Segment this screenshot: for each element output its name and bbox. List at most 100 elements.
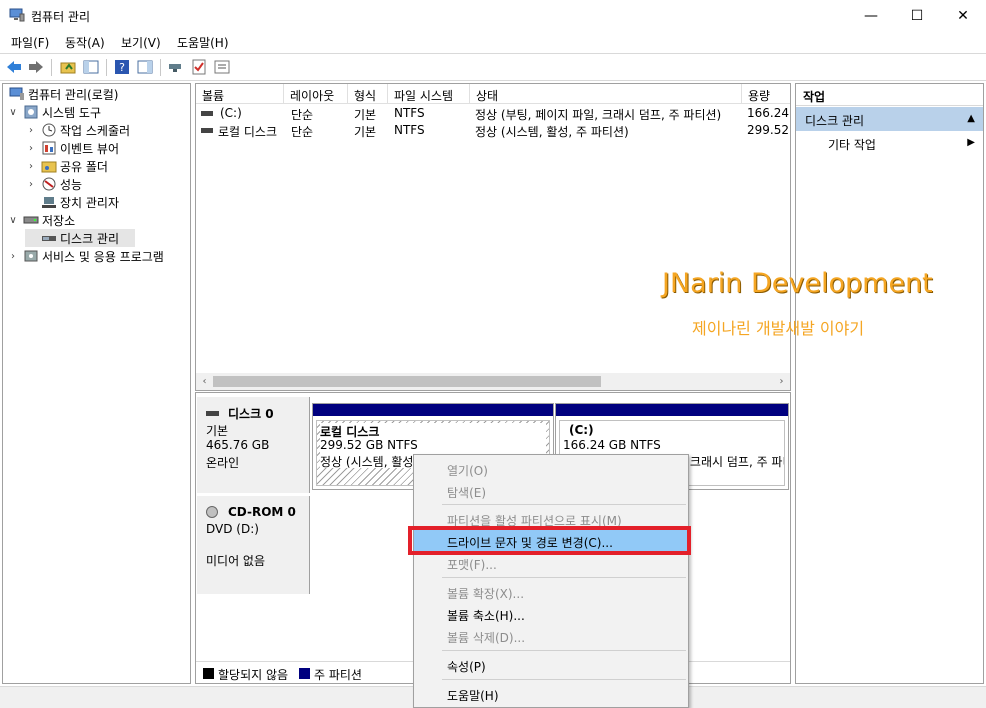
partition-size: 166.24 GB NTFS — [563, 438, 781, 453]
scroll-right-icon[interactable]: › — [773, 373, 790, 390]
tree-item-label: 시스템 도구 — [42, 105, 102, 120]
window-title: 컴퓨터 관리 — [31, 10, 91, 24]
partition-name: (C:) — [563, 423, 781, 438]
storage-icon — [23, 216, 39, 224]
legend-label-unallocated: 할당되지 않음 — [218, 668, 289, 682]
ctx-properties[interactable]: 속성(P) — [414, 654, 688, 676]
scrollbar-thumb[interactable] — [213, 376, 601, 387]
scroll-left-icon[interactable]: ‹ — [196, 373, 213, 390]
table-row[interactable]: 로컬 디스크 단순 기본 NTFS 정상 (시스템, 활성, 주 파티션) 29… — [196, 122, 790, 139]
column-header-filesystem[interactable]: 파일 시스템 — [388, 84, 470, 104]
cd-drive-icon — [206, 506, 218, 518]
performance-icon — [42, 177, 56, 191]
partition-size: 299.52 GB NTFS — [320, 438, 546, 453]
partition-name: 로컬 디스크 — [320, 423, 546, 439]
column-header-layout[interactable]: 레이아웃 — [284, 84, 348, 104]
chevron-right-icon[interactable]: › — [25, 143, 37, 154]
show-hide-action-pane-icon[interactable] — [137, 59, 153, 75]
up-folder-icon[interactable] — [60, 59, 76, 75]
show-hide-tree-icon[interactable] — [83, 59, 99, 75]
ctx-delete-volume[interactable]: 볼륨 삭제(D)... — [414, 625, 688, 647]
volume-name: 로컬 디스크 — [218, 125, 278, 139]
actions-pane: 작업 디스크 관리 ▲ 기타 작업 ▶ — [795, 83, 984, 684]
column-header-volume[interactable]: 볼륨 — [196, 84, 284, 104]
tree-item-event-viewer[interactable]: › 이벤트 뷰어 — [25, 139, 119, 157]
ctx-explore[interactable]: 탐색(E) — [414, 480, 688, 502]
computer-management-icon — [9, 87, 24, 100]
connect-icon[interactable] — [167, 59, 183, 75]
tree-item-services-apps[interactable]: › 서비스 및 응용 프로그램 — [7, 247, 164, 265]
highlight-box — [408, 526, 691, 555]
column-header-type[interactable]: 형식 — [348, 84, 388, 104]
volume-status: 정상 (시스템, 활성, 주 파티션) — [475, 125, 629, 139]
navigation-tree: 컴퓨터 관리(로컬) ∨ 시스템 도구 › 작업 스케줄러 › 이벤트 뷰어 ›… — [2, 83, 191, 684]
properties-icon[interactable] — [214, 59, 230, 75]
disk-state: 온라인 — [206, 456, 240, 470]
chevron-down-icon[interactable]: ∨ — [7, 107, 19, 118]
chevron-right-icon[interactable]: › — [25, 179, 37, 190]
event-viewer-icon — [42, 141, 56, 155]
system-tools-icon — [24, 105, 38, 119]
chevron-right-icon[interactable]: › — [7, 251, 19, 262]
legend-label-primary: 주 파티션 — [314, 668, 362, 682]
help-icon[interactable]: ? — [114, 59, 130, 75]
checklist-icon[interactable] — [191, 59, 207, 75]
table-row[interactable]: (C:) 단순 기본 NTFS 정상 (부팅, 페이지 파일, 크래시 덤프, … — [196, 105, 790, 122]
disk-management-icon — [42, 236, 56, 241]
tree-item-disk-management[interactable]: 디스크 관리 — [25, 229, 135, 247]
drive-icon — [201, 111, 213, 116]
svg-text:?: ? — [119, 61, 125, 74]
menu-separator — [442, 577, 686, 578]
disk-name: 디스크 0 — [228, 407, 274, 421]
column-header-status[interactable]: 상태 — [470, 84, 742, 104]
menu-separator — [442, 650, 686, 651]
device-manager-icon — [42, 197, 56, 208]
disk-size: 465.76 GB — [206, 438, 270, 452]
tree-item-performance[interactable]: › 성능 — [25, 175, 82, 193]
tree-item-label: 저장소 — [42, 213, 76, 228]
chevron-right-icon[interactable]: › — [25, 125, 37, 136]
tree-item-label: 공유 폴더 — [60, 159, 108, 174]
tree-item-label: 컴퓨터 관리(로컬) — [28, 87, 119, 102]
tree-item-label: 성능 — [60, 177, 83, 192]
tree-item-system-tools[interactable]: ∨ 시스템 도구 — [7, 103, 101, 121]
ctx-help[interactable]: 도움말(H) — [414, 683, 688, 705]
computer-management-icon — [9, 8, 25, 22]
ctx-format[interactable]: 포맷(F)... — [414, 552, 688, 574]
minimize-button[interactable]: — — [848, 0, 894, 31]
menu-separator — [442, 504, 686, 505]
disk-0-label[interactable]: 디스크 0 기본 465.76 GB 온라인 — [197, 397, 310, 493]
menu-help[interactable]: 도움말(H) — [177, 34, 229, 51]
menu-view[interactable]: 보기(V) — [121, 34, 161, 51]
tree-item-label: 디스크 관리 — [60, 231, 120, 246]
forward-arrow-icon[interactable] — [28, 59, 44, 75]
menu-file[interactable]: 파일(F) — [11, 34, 49, 51]
menu-bar: 파일(F) 동작(A) 보기(V) 도움말(H) — [0, 31, 986, 53]
back-arrow-icon[interactable] — [6, 59, 22, 75]
tree-item-computer-management[interactable]: 컴퓨터 관리(로컬) — [5, 85, 118, 103]
actions-section-disk-management[interactable]: 디스크 관리 ▲ — [796, 107, 983, 131]
menu-action[interactable]: 동작(A) — [65, 34, 105, 51]
section-label: 디스크 관리 — [805, 114, 865, 128]
horizontal-scrollbar[interactable]: ‹ › — [196, 373, 790, 390]
volume-type: 기본 — [354, 108, 377, 122]
tree-item-label: 이벤트 뷰어 — [60, 141, 120, 156]
submenu-arrow-icon: ▶ — [967, 137, 975, 148]
actions-item-more[interactable]: 기타 작업 ▶ — [796, 134, 983, 154]
column-header-capacity[interactable]: 용량 — [742, 84, 790, 104]
cdrom-0-label[interactable]: CD-ROM 0 DVD (D:) 미디어 없음 — [197, 496, 310, 594]
collapse-up-icon[interactable]: ▲ — [967, 113, 975, 124]
volume-capacity: 299.52 — [747, 123, 789, 137]
ctx-shrink-volume[interactable]: 볼륨 축소(H)... — [414, 603, 688, 625]
maximize-button[interactable]: ☐ — [894, 0, 940, 31]
ctx-extend-volume[interactable]: 볼륨 확장(X)... — [414, 581, 688, 603]
close-button[interactable]: ✕ — [940, 0, 986, 31]
tree-item-device-manager[interactable]: 장치 관리자 — [25, 193, 119, 211]
tree-item-shared-folders[interactable]: › 공유 폴더 — [25, 157, 108, 175]
tree-item-storage[interactable]: ∨ 저장소 — [7, 211, 75, 229]
chevron-down-icon[interactable]: ∨ — [7, 215, 19, 226]
ctx-open[interactable]: 열기(O) — [414, 458, 688, 480]
tree-item-task-scheduler[interactable]: › 작업 스케줄러 — [25, 121, 130, 139]
context-menu: 열기(O) 탐색(E) 파티션을 활성 파티션으로 표시(M) 드라이브 문자 … — [413, 454, 689, 708]
chevron-right-icon[interactable]: › — [25, 161, 37, 172]
